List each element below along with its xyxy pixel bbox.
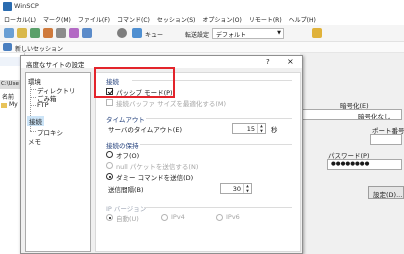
local-panel-icon[interactable] [4, 28, 14, 38]
bookmark-icon[interactable] [312, 28, 322, 38]
menu-help[interactable]: ヘルプ(H) [289, 15, 316, 24]
close-button[interactable]: × [287, 57, 294, 66]
tree-item-connection[interactable]: 接続 [27, 116, 44, 126]
encryption-select[interactable]: 暗号化なし [302, 109, 402, 120]
window-title: WinSCP [14, 2, 39, 10]
folder-icon[interactable] [17, 28, 27, 38]
menu-file[interactable]: ファイル(F) [78, 15, 110, 24]
window-titlebar: WinSCP [0, 0, 404, 13]
transfer-settings-value: デフォルト [216, 32, 247, 39]
local-file-item[interactable]: My [9, 101, 18, 108]
seconds-unit: 秒 [271, 126, 278, 134]
group-divider [144, 207, 292, 208]
optimize-buffer-checkbox[interactable] [106, 99, 113, 106]
new-session-icon[interactable] [3, 43, 12, 51]
interval-label: 送信間隔(B) [108, 186, 144, 194]
keepalive-group-title: 接続の保持 [106, 142, 139, 150]
commands-icon[interactable] [69, 28, 79, 38]
highlight-box [94, 67, 175, 98]
settings-button[interactable]: 設定(D)... [368, 186, 404, 199]
null-packets-label[interactable]: null パケットを送信する(N) [116, 161, 198, 171]
spinner-arrows-icon[interactable]: ▲ ▼ [243, 184, 251, 193]
port-field[interactable] [370, 134, 402, 145]
queue-icon[interactable] [132, 28, 142, 38]
optimize-buffer-label[interactable]: 接続バッファ サイズを最適化する(M) [116, 98, 226, 108]
ipv6-label[interactable]: IPv6 [226, 213, 240, 221]
server-timeout-spinner[interactable]: 15 ▲ ▼ [232, 123, 266, 134]
menu-options[interactable]: オプション(O) [202, 15, 241, 24]
preferences-icon[interactable] [82, 28, 92, 38]
ip-auto-radio[interactable] [106, 214, 113, 221]
queue-label[interactable]: キュー [145, 30, 163, 39]
menu-mark[interactable]: マーク(M) [43, 15, 71, 24]
null-packets-radio[interactable] [106, 162, 113, 169]
tree-item-ftp[interactable]: FTP [37, 101, 49, 109]
menu-bar: ローカル(L) マーク(M) ファイル(F) コマンド(C) セッション(S) … [0, 13, 404, 25]
ipv4-label[interactable]: IPv4 [171, 213, 185, 221]
terminal-icon[interactable] [56, 28, 66, 38]
folder-icon [1, 103, 7, 108]
transfer-settings-label: 転送設定 [185, 32, 210, 39]
dummy-commands-radio[interactable] [106, 173, 113, 180]
keepalive-off-label[interactable]: オフ(O) [116, 150, 139, 160]
connection-settings-page: 接続 パッシブ モード(P) 接続バッファ サイズを最適化する(M) タイムアウ… [95, 72, 301, 252]
gear-icon[interactable] [117, 28, 127, 38]
server-timeout-value: 15 [246, 125, 255, 133]
help-button[interactable]: ? [266, 58, 270, 66]
new-session-tab[interactable]: 新しいセッション [15, 44, 63, 53]
tree-item-note[interactable]: メモ [28, 136, 41, 146]
interval-value: 30 [232, 185, 241, 193]
spinner-arrows-icon[interactable]: ▲ ▼ [257, 124, 265, 133]
dummy-commands-label[interactable]: ダミー コマンドを送信(D) [116, 172, 193, 182]
timeout-group-title: タイムアウト [106, 116, 145, 124]
tree-connector [30, 97, 36, 98]
menu-commands[interactable]: コマンド(C) [117, 15, 150, 24]
ipv6-radio[interactable] [216, 214, 223, 221]
keepalive-off-radio[interactable] [106, 151, 113, 158]
login-settings-area: 暗号化(E) 暗号化なし ポート番号 パスワード(P) ●●●●●●●● 設定(… [300, 53, 404, 254]
menu-session[interactable]: セッション(S) [157, 15, 196, 24]
tree-connector [30, 89, 36, 90]
password-field[interactable]: ●●●●●●●● [327, 159, 402, 170]
group-divider [146, 118, 292, 119]
encryption-value: 暗号化なし [358, 113, 391, 120]
settings-tree: 環境 ディレクトリ ごみ箱 FTP 接続 プロキシ メモ [25, 72, 91, 252]
chevron-down-icon: ▼ [277, 30, 281, 36]
ip-version-group-title: IP バージョン [106, 205, 147, 213]
toolbar: キュー 転送設定 デフォルト ▼ [0, 25, 404, 42]
synchronize-icon[interactable] [30, 28, 40, 38]
dialog-title: 高度なサイトの設定 [26, 61, 85, 69]
transfer-settings-select[interactable]: デフォルト ▼ [212, 28, 284, 39]
tree-connector [30, 105, 36, 106]
menu-local[interactable]: ローカル(L) [4, 15, 36, 24]
session-tab-bar: 新しいセッション [0, 42, 404, 53]
group-divider [140, 144, 292, 145]
server-timeout-label: サーバのタイムアウト(E) [108, 126, 182, 134]
column-name-header[interactable]: 名前 [2, 92, 14, 101]
ipv4-radio[interactable] [161, 214, 168, 221]
tree-connector [30, 131, 36, 132]
compare-icon[interactable] [43, 28, 53, 38]
ip-auto-label[interactable]: 自動(U) [116, 213, 139, 223]
menu-remote[interactable]: リモート(R) [249, 15, 282, 24]
winscp-app-icon [3, 2, 12, 11]
interval-spinner[interactable]: 30 ▲ ▼ [220, 183, 252, 194]
